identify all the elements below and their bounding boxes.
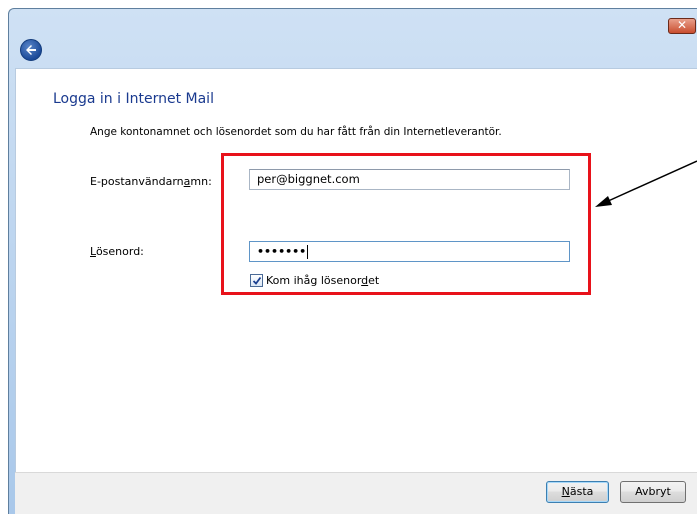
annotation-arrow	[595, 160, 697, 207]
next-button[interactable]: Nästa	[546, 481, 609, 503]
cancel-button[interactable]: Avbryt	[620, 481, 686, 503]
